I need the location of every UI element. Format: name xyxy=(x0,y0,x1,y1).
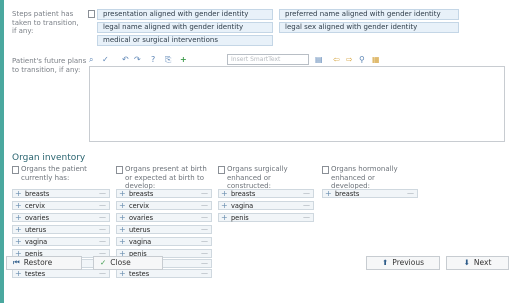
remove-icon[interactable]: — xyxy=(99,190,106,197)
plus-icon: + xyxy=(119,237,126,246)
plus-icon: + xyxy=(15,213,22,222)
remove-icon[interactable]: — xyxy=(303,214,310,221)
arrow-up-icon: ⬆ xyxy=(382,258,389,267)
future-plans-label: Patient's future plans to transition, if… xyxy=(12,57,87,74)
remove-icon[interactable]: — xyxy=(99,214,106,221)
redo-icon[interactable]: ↷ xyxy=(134,55,141,64)
organ-item[interactable]: + ovaries — xyxy=(116,213,212,222)
remove-icon[interactable]: — xyxy=(99,270,106,277)
remove-icon[interactable]: — xyxy=(201,190,208,197)
plus-icon: + xyxy=(15,201,22,210)
list-icon[interactable]: ▦ xyxy=(372,55,380,64)
organ-item[interactable]: + vagina — xyxy=(218,201,314,210)
prev-field-icon[interactable]: ⇦ xyxy=(333,55,340,64)
close-label: Close xyxy=(110,258,131,267)
remove-icon[interactable]: — xyxy=(201,214,208,221)
plus-icon: + xyxy=(15,269,22,278)
help-icon[interactable]: ? xyxy=(151,55,155,64)
plus-icon: + xyxy=(221,189,228,198)
plus-icon: + xyxy=(221,213,228,222)
col2-checkbox[interactable] xyxy=(116,166,123,174)
footer-bar: ⏮ Restore ✓ Close ⬆ Previous ⬇ Next xyxy=(6,256,511,271)
organ-inventory-title: Organ inventory xyxy=(12,153,86,163)
organ-item[interactable]: + breasts — xyxy=(12,189,110,198)
step-option-medical[interactable]: medical or surgical interventions xyxy=(97,35,273,46)
remove-icon[interactable]: — xyxy=(407,190,414,197)
smarttext-search-input[interactable]: Insert SmartText xyxy=(227,54,309,65)
organ-item[interactable]: + breasts — xyxy=(218,189,314,198)
remove-icon[interactable]: — xyxy=(201,202,208,209)
left-accent-bar xyxy=(0,0,4,303)
col3-checkbox[interactable] xyxy=(218,166,225,174)
steps-checkbox[interactable] xyxy=(88,10,95,18)
remove-icon[interactable]: — xyxy=(303,202,310,209)
plus-icon: + xyxy=(119,201,126,210)
next-button[interactable]: ⬇ Next xyxy=(446,256,509,270)
remove-icon[interactable]: — xyxy=(99,226,106,233)
col4-checkbox[interactable] xyxy=(322,166,329,174)
checkmark-icon: ✓ xyxy=(100,258,107,267)
next-field-icon[interactable]: ⇨ xyxy=(346,55,353,64)
plus-icon: + xyxy=(15,189,22,198)
restore-label: Restore xyxy=(23,258,53,267)
step-option-preferred-name[interactable]: preferred name aligned with gender ident… xyxy=(279,9,459,20)
steps-label: Steps patient has taken to transition, i… xyxy=(12,10,79,35)
link-icon[interactable]: ⚲ xyxy=(359,55,365,64)
plus-icon: + xyxy=(119,269,126,278)
organ-item[interactable]: + uterus — xyxy=(12,225,110,234)
col1-checkbox[interactable] xyxy=(12,166,19,174)
remove-icon[interactable]: — xyxy=(201,270,208,277)
organ-item[interactable]: + ovaries — xyxy=(12,213,110,222)
editor-toolbar: ⌕ ✓ ↶ ↷ ? ⎘ + Insert SmartText ▤ ⇦ ⇨ ⚲ ▦ xyxy=(89,54,505,66)
plus-icon: + xyxy=(119,189,126,198)
remove-icon[interactable]: — xyxy=(303,190,310,197)
col2-header: Organs present at birth or expected at b… xyxy=(125,165,207,190)
plus-icon: + xyxy=(119,225,126,234)
next-label: Next xyxy=(473,258,492,267)
find-icon[interactable]: ⌕ xyxy=(89,55,93,64)
plus-icon: + xyxy=(325,189,332,198)
add-icon[interactable]: + xyxy=(180,55,187,64)
col4-header: Organs hormonally enhanced or developed: xyxy=(331,165,398,190)
spellcheck-icon[interactable]: ✓ xyxy=(102,55,109,64)
undo-icon[interactable]: ↶ xyxy=(122,55,129,64)
restore-button[interactable]: ⏮ Restore xyxy=(6,256,82,270)
smarttext-select-icon[interactable]: ▤ xyxy=(315,55,323,64)
step-option-legal-sex[interactable]: legal sex aligned with gender identity xyxy=(279,22,459,33)
future-plans-editor[interactable] xyxy=(89,66,505,142)
col1-header: Organs the patient currently has: xyxy=(21,165,87,182)
plus-icon: + xyxy=(221,201,228,210)
organ-item[interactable]: + breasts — xyxy=(322,189,418,198)
step-option-legal-name[interactable]: legal name aligned with gender identity xyxy=(97,22,273,33)
col3-header: Organs surgically enhanced or constructe… xyxy=(227,165,288,190)
restore-icon: ⏮ xyxy=(13,258,20,267)
organ-item[interactable]: + penis — xyxy=(218,213,314,222)
plus-icon: + xyxy=(15,237,22,246)
organ-item[interactable]: + uterus — xyxy=(116,225,212,234)
organ-item[interactable]: + cervix — xyxy=(12,201,110,210)
remove-icon[interactable]: — xyxy=(99,238,106,245)
previous-button[interactable]: ⬆ Previous xyxy=(366,256,440,270)
step-option-presentation[interactable]: presentation aligned with gender identit… xyxy=(97,9,273,20)
remove-icon[interactable]: — xyxy=(201,226,208,233)
plus-icon: + xyxy=(119,213,126,222)
smartphrase-icon[interactable]: ⎘ xyxy=(165,55,171,64)
remove-icon[interactable]: — xyxy=(99,202,106,209)
organ-item[interactable]: + cervix — xyxy=(116,201,212,210)
organ-item[interactable]: + vagina — xyxy=(12,237,110,246)
close-button[interactable]: ✓ Close xyxy=(93,256,163,270)
plus-icon: + xyxy=(15,225,22,234)
previous-label: Previous xyxy=(392,258,424,267)
remove-icon[interactable]: — xyxy=(201,238,208,245)
arrow-down-icon: ⬇ xyxy=(463,258,470,267)
organ-item[interactable]: + breasts — xyxy=(116,189,212,198)
organ-item[interactable]: + vagina — xyxy=(116,237,212,246)
